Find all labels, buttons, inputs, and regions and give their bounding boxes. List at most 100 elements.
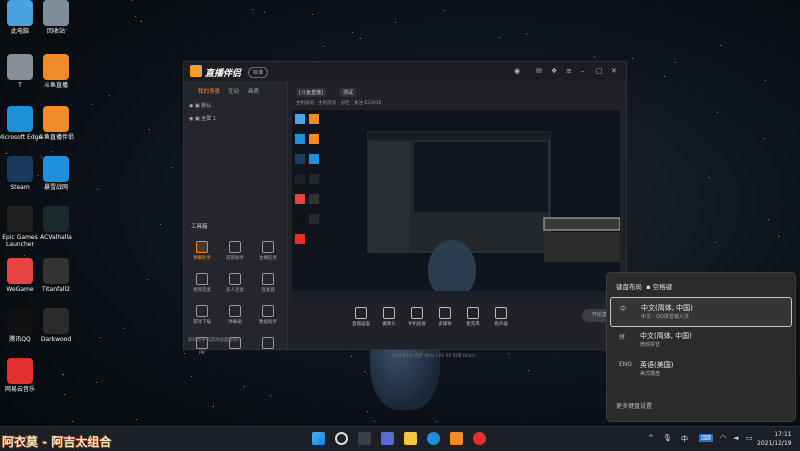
star: [108, 95, 110, 97]
room-tag[interactable]: 测试: [340, 88, 357, 97]
stream-control[interactable]: 摄像头: [376, 307, 402, 327]
tool-item[interactable]: 弹幕箱: [221, 305, 249, 325]
star: [122, 328, 124, 330]
tool-label: 主播任务: [259, 256, 277, 261]
tab-scenes[interactable]: 我的场景: [198, 87, 220, 95]
minimize-icon[interactable]: –: [581, 67, 585, 75]
stream-control[interactable]: 手机投屏: [404, 307, 430, 327]
desktop-icon[interactable]: 暴雪战网: [33, 156, 79, 191]
tab-interact[interactable]: 互动: [228, 87, 239, 95]
tool-item[interactable]: [254, 337, 282, 351]
tool-item[interactable]: 连麦器: [254, 273, 282, 293]
tool-icon: [262, 337, 274, 349]
tool-item[interactable]: 主播任务: [254, 241, 282, 261]
language-indicator[interactable]: 中: [681, 434, 688, 444]
stream-caption-overlay: 阿衣莫 - 阿吉太组合: [2, 435, 112, 449]
tool-item[interactable]: 视频连麦: [188, 273, 216, 293]
star: [715, 241, 717, 243]
tool-item[interactable]: 多人连麦: [221, 273, 249, 293]
tool-label: 弹幕助手: [193, 256, 211, 261]
room-tag[interactable]: [斗鱼直播]: [296, 88, 326, 97]
star: [134, 15, 136, 17]
star: [365, 370, 366, 372]
help-hint[interactable]: 如何把手机游戏画面投屏?: [188, 337, 240, 343]
stream-preview[interactable]: [292, 110, 620, 302]
microphone-icon[interactable]: 🎙: [663, 434, 672, 442]
keyboard-layout-option[interactable]: 中 中文(简体, 中国) 中文 - QQ拼音输入法: [610, 297, 792, 327]
clock-time: 17:11: [774, 431, 792, 438]
tab-quality[interactable]: 画质: [248, 87, 259, 95]
ime-icon[interactable]: ⌨: [699, 434, 714, 442]
desktop-icon[interactable]: Darkwood: [33, 308, 79, 343]
file-explorer-icon[interactable]: [404, 432, 417, 445]
wifi-icon[interactable]: ◠: [720, 434, 726, 442]
tool-label: 游戏下载: [193, 320, 211, 325]
keyboard-layout-option[interactable]: 拼 中文(简体, 中国) 微软拼音: [610, 326, 790, 354]
star: [270, 395, 272, 397]
desktop-icon-label: 斗鱼直播伴侣: [37, 134, 74, 141]
more-keyboard-settings-link[interactable]: 更多键盘设置: [616, 401, 652, 410]
maximize-icon[interactable]: □: [596, 67, 603, 75]
tool-item[interactable]: 游戏下载: [188, 305, 216, 325]
close-icon[interactable]: ✕: [611, 67, 617, 75]
room-info: 主机房间 · 主机房间 · 分区 · 关注 623910: [296, 101, 382, 106]
star: [764, 80, 766, 82]
star: [23, 255, 25, 257]
star: [499, 36, 501, 38]
star: [525, 32, 527, 34]
star: [508, 352, 510, 354]
star: [149, 129, 151, 131]
keyboard-layout-option[interactable]: ENG 英语(美国) 美式键盘: [610, 355, 790, 383]
desktop-icon[interactable]: ACValhalla: [33, 206, 79, 241]
control-icon: [467, 307, 479, 319]
app-icon: [43, 258, 69, 284]
control-label: 摄像头: [382, 322, 396, 327]
volume-icon[interactable]: ◄: [733, 434, 738, 442]
search-icon[interactable]: [335, 432, 348, 445]
battery-icon[interactable]: ▭: [746, 434, 753, 442]
star: [264, 11, 266, 13]
message-icon[interactable]: ✉: [536, 67, 542, 75]
desktop-icon[interactable]: 斗鱼直播伴侣: [33, 106, 79, 141]
star: [322, 46, 324, 48]
menu-icon[interactable]: ≡: [566, 67, 572, 75]
avatar[interactable]: ◉: [514, 67, 520, 75]
app-icon: [7, 206, 33, 232]
tool-label: 多人连麦: [226, 288, 244, 293]
clock[interactable]: 17:11 2021/12/19: [757, 430, 792, 448]
task-view-icon[interactable]: [358, 432, 371, 445]
edition-badge[interactable]: 标准: [248, 67, 269, 78]
star: [312, 13, 314, 15]
star: [443, 10, 445, 12]
stream-control[interactable]: 麦克风: [460, 307, 486, 327]
stream-control[interactable]: 多媒体: [432, 307, 458, 327]
star: [147, 279, 149, 281]
ime-header: 键盘布局 ▪ 空格键: [616, 283, 673, 291]
douyu-taskbar-icon[interactable]: [450, 432, 463, 445]
tool-item[interactable]: 数据助手: [254, 305, 282, 325]
edge-icon[interactable]: [427, 432, 440, 445]
app-icon: [43, 308, 69, 334]
scene-item[interactable]: ◉ ▣ 全屏 1: [189, 115, 216, 122]
star: [96, 382, 98, 384]
star: [244, 385, 246, 387]
start-menu-icon[interactable]: [312, 432, 325, 445]
tool-label: PK: [199, 351, 205, 356]
tool-item[interactable]: 房管助手: [221, 241, 249, 261]
netease-music-icon[interactable]: [473, 432, 486, 445]
star: [63, 393, 65, 395]
tool-item[interactable]: 弹幕助手: [188, 241, 216, 261]
stream-control[interactable]: 扬声器: [488, 307, 514, 327]
desktop-icon[interactable]: Titanfall2: [33, 258, 79, 293]
desktop-icon[interactable]: 网易云音乐: [0, 358, 43, 393]
star: [528, 369, 530, 371]
widgets-icon[interactable]: [381, 432, 394, 445]
scene-item[interactable]: ◉ ▣ 默认: [189, 102, 211, 109]
chevron-up-icon[interactable]: ^: [648, 434, 654, 442]
skin-icon[interactable]: ❖: [551, 67, 557, 75]
desktop-icon[interactable]: 回收站: [33, 0, 79, 35]
desktop-icon[interactable]: 斗鱼直播: [33, 54, 79, 89]
star: [373, 420, 375, 422]
app-icon: [7, 0, 33, 26]
stream-control[interactable]: 直播画面: [348, 307, 374, 327]
